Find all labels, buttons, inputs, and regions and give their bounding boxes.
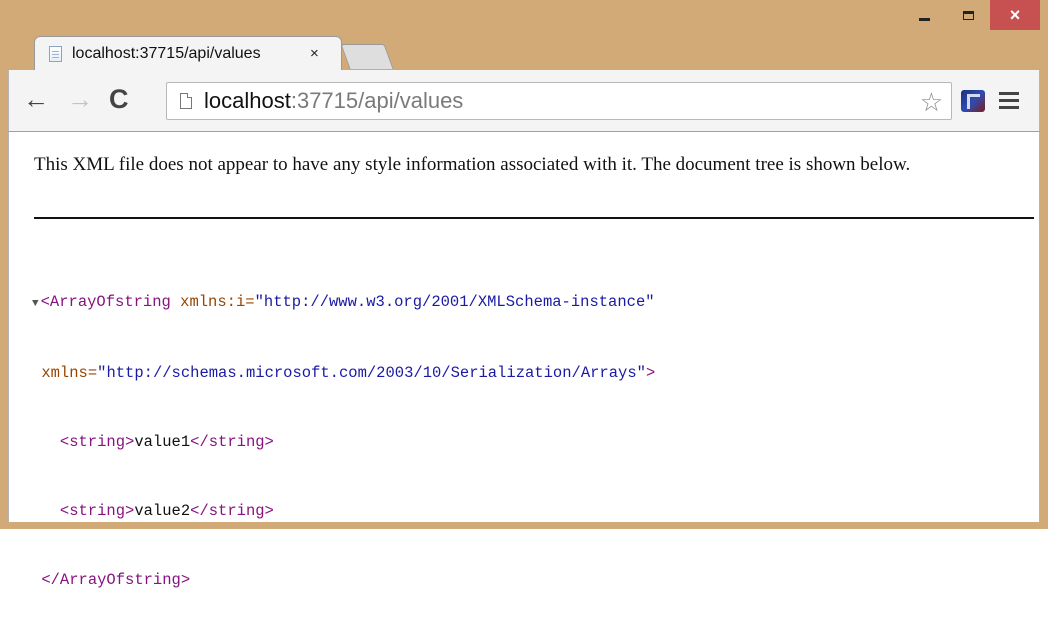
xml-attr-eq: = xyxy=(245,293,255,311)
xml-root-open-end: > xyxy=(645,364,656,382)
minimize-icon xyxy=(918,17,930,21)
browser-window: × localhost:37715/api/values × ← → C loc… xyxy=(0,0,1048,589)
url-path: :37715/api/values xyxy=(290,88,464,113)
url-host: localhost xyxy=(204,88,291,113)
page-icon xyxy=(180,93,192,109)
browser-toolbar: ← → C localhost:37715/api/values ☆ xyxy=(8,70,1040,132)
xml-root-open-tag: <ArrayOfstring xyxy=(40,293,171,311)
address-bar[interactable]: localhost:37715/api/values ☆ xyxy=(166,82,952,120)
xml-item-line: <string>value1</string> xyxy=(32,431,655,454)
xml-root-close-line: </ArrayOfstring> xyxy=(32,569,655,592)
xml-item-open-tag: <string> xyxy=(59,502,135,520)
xml-item-open-tag: <string> xyxy=(59,433,135,451)
maximize-button[interactable] xyxy=(946,0,990,30)
back-button[interactable]: ← xyxy=(23,82,49,116)
divider xyxy=(34,217,1034,219)
page-content: This XML file does not appear to have an… xyxy=(8,132,1040,589)
window-close-button[interactable]: × xyxy=(990,0,1040,30)
xml-item-line: <string>value2</string> xyxy=(32,500,655,523)
xml-tree: ▼ <ArrayOfstring xmlns:i="http://www.w3.o… xyxy=(32,245,655,638)
xml-root-open-line: ▼ <ArrayOfstring xmlns:i="http://www.w3.o… xyxy=(32,291,655,316)
xml-attr-value: "http://www.w3.org/2001/XMLSchema-instan… xyxy=(254,293,655,311)
window-controls: × xyxy=(902,0,1040,34)
xml-attr-value: "http://schemas.microsoft.com/2003/10/Se… xyxy=(97,364,646,382)
new-tab-button[interactable] xyxy=(340,44,394,69)
extension-icon[interactable] xyxy=(961,90,985,112)
minimize-button[interactable] xyxy=(902,0,946,30)
xml-root-close-tag: </ArrayOfstring> xyxy=(41,571,191,589)
xml-attr-name: xmlns xyxy=(41,364,88,382)
maximize-icon xyxy=(962,10,974,20)
xml-attr-eq: = xyxy=(87,364,98,382)
xml-item-text: value1 xyxy=(134,433,191,451)
xml-item-close-tag: </string> xyxy=(190,433,274,451)
forward-button[interactable]: → xyxy=(67,82,93,116)
menu-icon[interactable] xyxy=(999,92,1019,113)
xml-attr-name: xmlns:i xyxy=(180,293,246,311)
xml-root-open-line-2: xmlns="http://schemas.microsoft.com/2003… xyxy=(32,362,655,385)
xml-item-text: value2 xyxy=(134,502,191,520)
tab-title: localhost:37715/api/values xyxy=(72,44,261,62)
url-text[interactable]: localhost:37715/api/values xyxy=(204,88,463,114)
collapse-toggle-icon[interactable]: ▼ xyxy=(32,298,39,310)
reload-button[interactable]: C xyxy=(109,82,129,116)
xml-info-message: This XML file does not appear to have an… xyxy=(34,154,911,175)
tab-close-button[interactable]: × xyxy=(310,45,319,62)
bookmark-star-icon[interactable]: ☆ xyxy=(920,87,943,118)
tab-active[interactable]: localhost:37715/api/values × xyxy=(34,36,342,70)
page-icon xyxy=(49,45,62,62)
xml-item-close-tag: </string> xyxy=(190,502,274,520)
